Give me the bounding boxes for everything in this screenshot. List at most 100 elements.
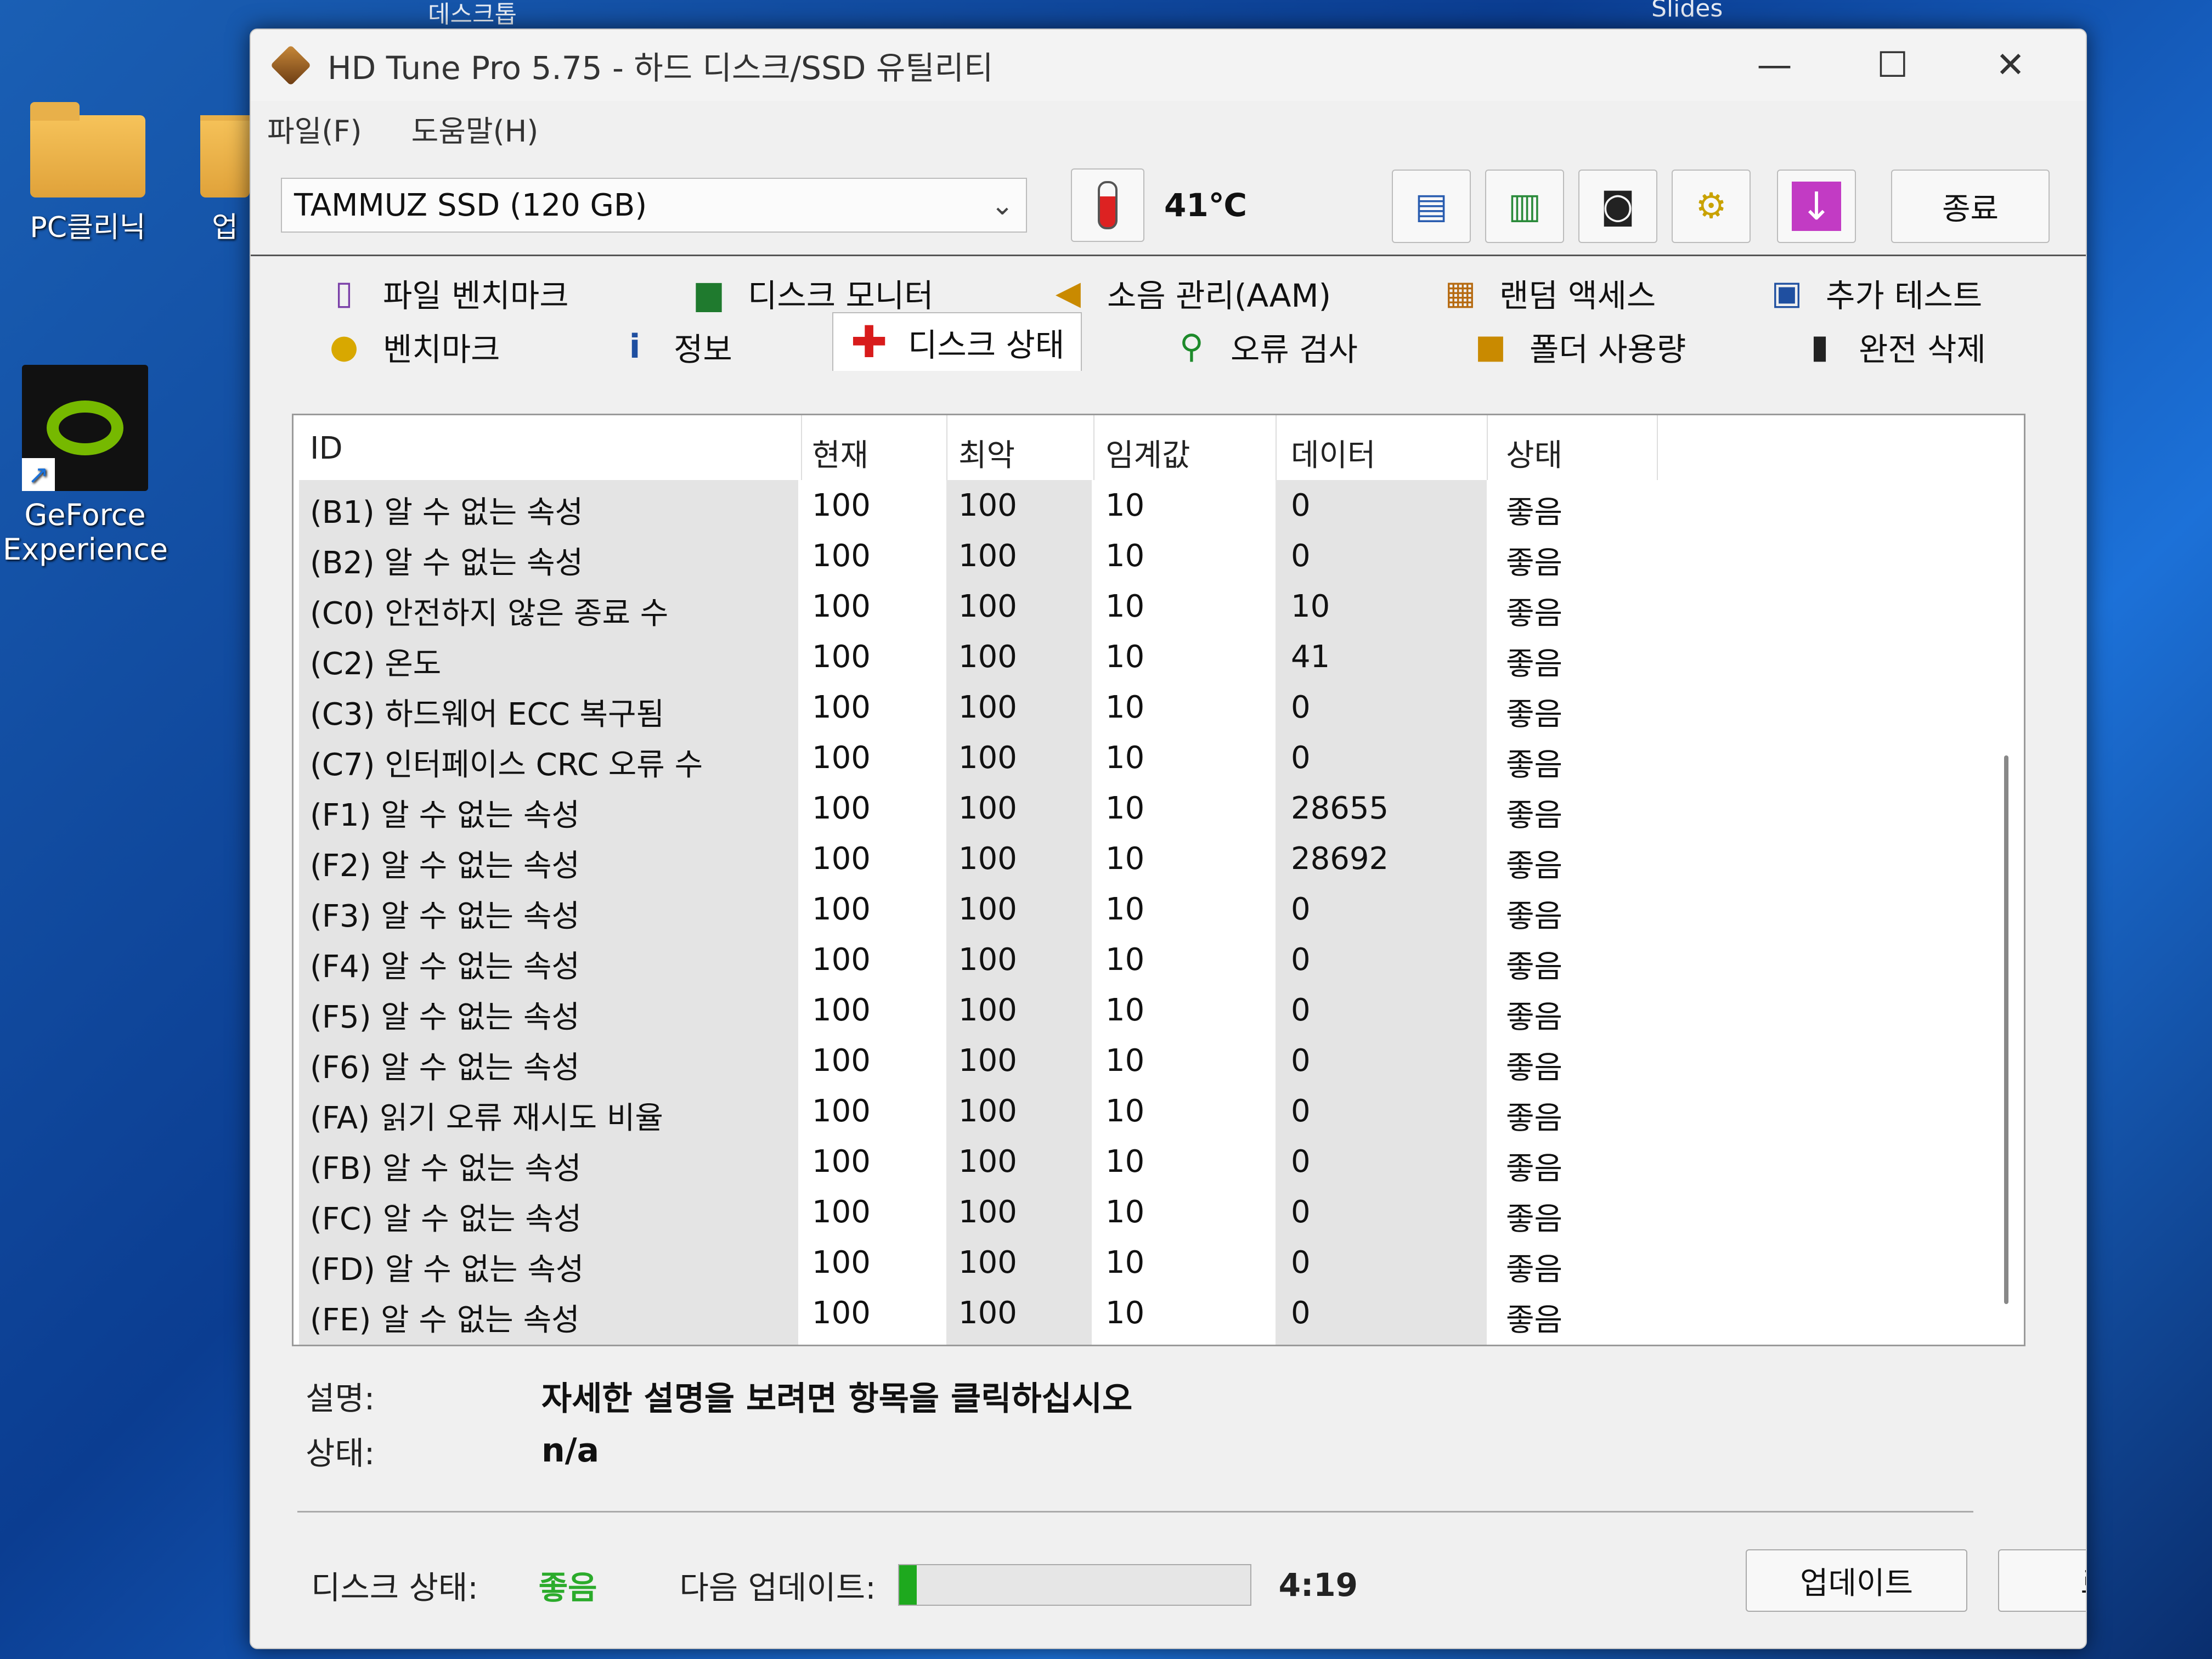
cell-data: 0: [1291, 1144, 1311, 1180]
log-button[interactable]: 로그: [1998, 1549, 2086, 1612]
table-row[interactable]: (F1) 알 수 없는 속성 100 100 10 28655 좋음: [294, 783, 2024, 833]
cell-data: 0: [1291, 1093, 1311, 1129]
screenshot-button[interactable]: ◙: [1578, 170, 1657, 243]
disk-status-value: 좋음: [538, 1569, 597, 1606]
random-access-icon: ▦: [1444, 274, 1476, 312]
drive-select[interactable]: TAMMUZ SSD (120 GB) ⌄: [281, 178, 1027, 233]
gears-icon: ⚙: [1695, 186, 1727, 227]
speaker-icon: ◀: [1055, 274, 1081, 312]
tab-label: 정보: [674, 331, 732, 368]
desktop-icon-label-line1: GeForce: [24, 498, 146, 532]
cell-status: 좋음: [1506, 1000, 1563, 1035]
tab-erase[interactable]: ▮ 완전 삭제: [1801, 322, 1985, 371]
column-divider[interactable]: [801, 415, 802, 480]
cell-worst: 100: [958, 992, 1017, 1028]
cell-data: 28692: [1291, 841, 1389, 877]
cell-current: 100: [812, 891, 871, 927]
temperature-button[interactable]: [1071, 168, 1144, 242]
cell-id: (FB) 알 수 없는 속성: [310, 1151, 582, 1187]
cell-current: 100: [812, 488, 871, 523]
copy-info-button[interactable]: ▥: [1485, 170, 1564, 243]
desktop-icon-partial[interactable]: 업: [200, 115, 250, 245]
cell-data: 0: [1291, 740, 1311, 776]
cell-data: 0: [1291, 1245, 1311, 1280]
header-status[interactable]: 상태: [1506, 431, 1562, 475]
table-row[interactable]: (F5) 알 수 없는 속성 100 100 10 0 좋음: [294, 985, 2024, 1035]
tab-extra-tests[interactable]: ▣ 추가 테스트: [1768, 268, 1983, 318]
table-row[interactable]: (F3) 알 수 없는 속성 100 100 10 0 좋음: [294, 884, 2024, 934]
header-data[interactable]: 데이터: [1291, 431, 1376, 475]
tab-error-scan[interactable]: ⚲ 오류 검사: [1172, 322, 1358, 371]
maximize-button[interactable]: ☐: [1833, 30, 1951, 101]
header-worst[interactable]: 최악: [958, 431, 1015, 475]
vertical-scrollbar[interactable]: [2004, 755, 2008, 1304]
cell-worst: 100: [958, 1043, 1017, 1079]
thermometer-icon: [1098, 181, 1118, 229]
close-button[interactable]: ✕: [1951, 30, 2069, 101]
desktop-icon-geforce[interactable]: ↗ GeForce Experience: [3, 365, 168, 567]
save-button[interactable]: ↓: [1777, 170, 1856, 243]
tab-disk-monitor[interactable]: ▆ 디스크 모니터: [690, 268, 934, 318]
cell-threshold: 10: [1105, 942, 1145, 978]
table-row[interactable]: (B1) 알 수 없는 속성 100 100 10 0 좋음: [294, 480, 2024, 531]
title-bar[interactable]: HD Tune Pro 5.75 - 하드 디스크/SSD 유틸리티 — ☐ ✕: [251, 30, 2086, 101]
update-button[interactable]: 업데이트: [1746, 1549, 1967, 1612]
chevron-down-icon: ⌄: [991, 189, 1014, 221]
table-row[interactable]: (FE) 알 수 없는 속성 100 100 10 0 좋음: [294, 1288, 2024, 1338]
table-row[interactable]: (FD) 알 수 없는 속성 100 100 10 0 좋음: [294, 1237, 2024, 1288]
cell-id: (C0) 안전하지 않은 종료 수: [310, 596, 669, 631]
desktop-icon-label: 업: [212, 211, 238, 244]
header-threshold[interactable]: 임계값: [1105, 431, 1190, 475]
red-cross-icon: ✚: [850, 317, 888, 368]
desktop-icon-pc-clinic[interactable]: PC클리닉: [8, 102, 167, 245]
cell-worst: 100: [958, 891, 1017, 927]
table-row[interactable]: (F2) 알 수 없는 속성 100 100 10 28692 좋음: [294, 833, 2024, 884]
cell-data: 0: [1291, 1295, 1311, 1331]
column-divider[interactable]: [1276, 415, 1277, 480]
copy-text-button[interactable]: ▤: [1392, 170, 1471, 243]
cell-current: 100: [812, 1194, 871, 1230]
table-row[interactable]: (FB) 알 수 없는 속성 100 100 10 0 좋음: [294, 1136, 2024, 1187]
menu-file[interactable]: 파일(F): [267, 107, 362, 150]
minimize-button[interactable]: —: [1716, 30, 1833, 101]
table-row[interactable]: (F4) 알 수 없는 속성 100 100 10 0 좋음: [294, 934, 2024, 985]
menu-help[interactable]: 도움말(H): [411, 107, 539, 150]
table-row[interactable]: (C3) 하드웨어 ECC 복구됨 100 100 10 0 좋음: [294, 682, 2024, 732]
tab-disk-health[interactable]: ✚ 디스크 상태: [832, 312, 1082, 371]
tab-file-benchmark[interactable]: ▯ 파일 벤치마크: [325, 268, 568, 318]
exit-button[interactable]: 종료: [1891, 170, 2050, 243]
table-body: (B1) 알 수 없는 속성 100 100 10 0 좋음 (B2) 알 수 없는 속성 1…: [294, 480, 2024, 1338]
tab-aam[interactable]: ◀ 소음 관리(AAM): [1049, 268, 1331, 318]
header-current[interactable]: 현재: [812, 431, 868, 475]
table-row[interactable]: (FA) 읽기 오류 재시도 비율 100 100 10 0 좋음: [294, 1086, 2024, 1136]
options-button[interactable]: ⚙: [1672, 170, 1751, 243]
tab-info[interactable]: i 정보: [616, 322, 732, 371]
cell-threshold: 10: [1105, 639, 1145, 675]
tab-random-access[interactable]: ▦ 랜덤 액세스: [1441, 268, 1656, 318]
update-progress-bar: [898, 1564, 1251, 1606]
cell-current: 100: [812, 942, 871, 978]
column-divider[interactable]: [946, 415, 947, 480]
table-row[interactable]: (C7) 인터페이스 CRC 오류 수 100 100 10 0 좋음: [294, 732, 2024, 783]
column-divider[interactable]: [1093, 415, 1094, 480]
cell-threshold: 10: [1105, 1043, 1145, 1079]
cell-status: 좋음: [1506, 848, 1563, 884]
column-divider[interactable]: [1657, 415, 1658, 480]
header-id[interactable]: ID: [310, 431, 343, 466]
table-row[interactable]: (F6) 알 수 없는 속성 100 100 10 0 좋음: [294, 1035, 2024, 1086]
cell-worst: 100: [958, 639, 1017, 675]
cell-status: 좋음: [1506, 1151, 1563, 1187]
magnifier-icon: ⚲: [1180, 328, 1204, 366]
cell-current: 100: [812, 992, 871, 1028]
cell-worst: 100: [958, 488, 1017, 523]
table-row[interactable]: (FC) 알 수 없는 속성 100 100 10 0 좋음: [294, 1187, 2024, 1237]
cell-status: 좋음: [1506, 1101, 1563, 1136]
cell-worst: 100: [958, 538, 1017, 574]
tab-folder-usage[interactable]: ■ 폴더 사용량: [1471, 322, 1686, 371]
desktop-folder-label-top: 데스크톱: [428, 1, 517, 29]
tab-benchmark[interactable]: ● 벤치마크: [325, 322, 500, 371]
table-row[interactable]: (C2) 온도 100 100 10 41 좋음: [294, 631, 2024, 682]
table-row[interactable]: (C0) 안전하지 않은 종료 수 100 100 10 10 좋음: [294, 581, 2024, 631]
column-divider[interactable]: [1487, 415, 1488, 480]
table-row[interactable]: (B2) 알 수 없는 속성 100 100 10 0 좋음: [294, 531, 2024, 581]
